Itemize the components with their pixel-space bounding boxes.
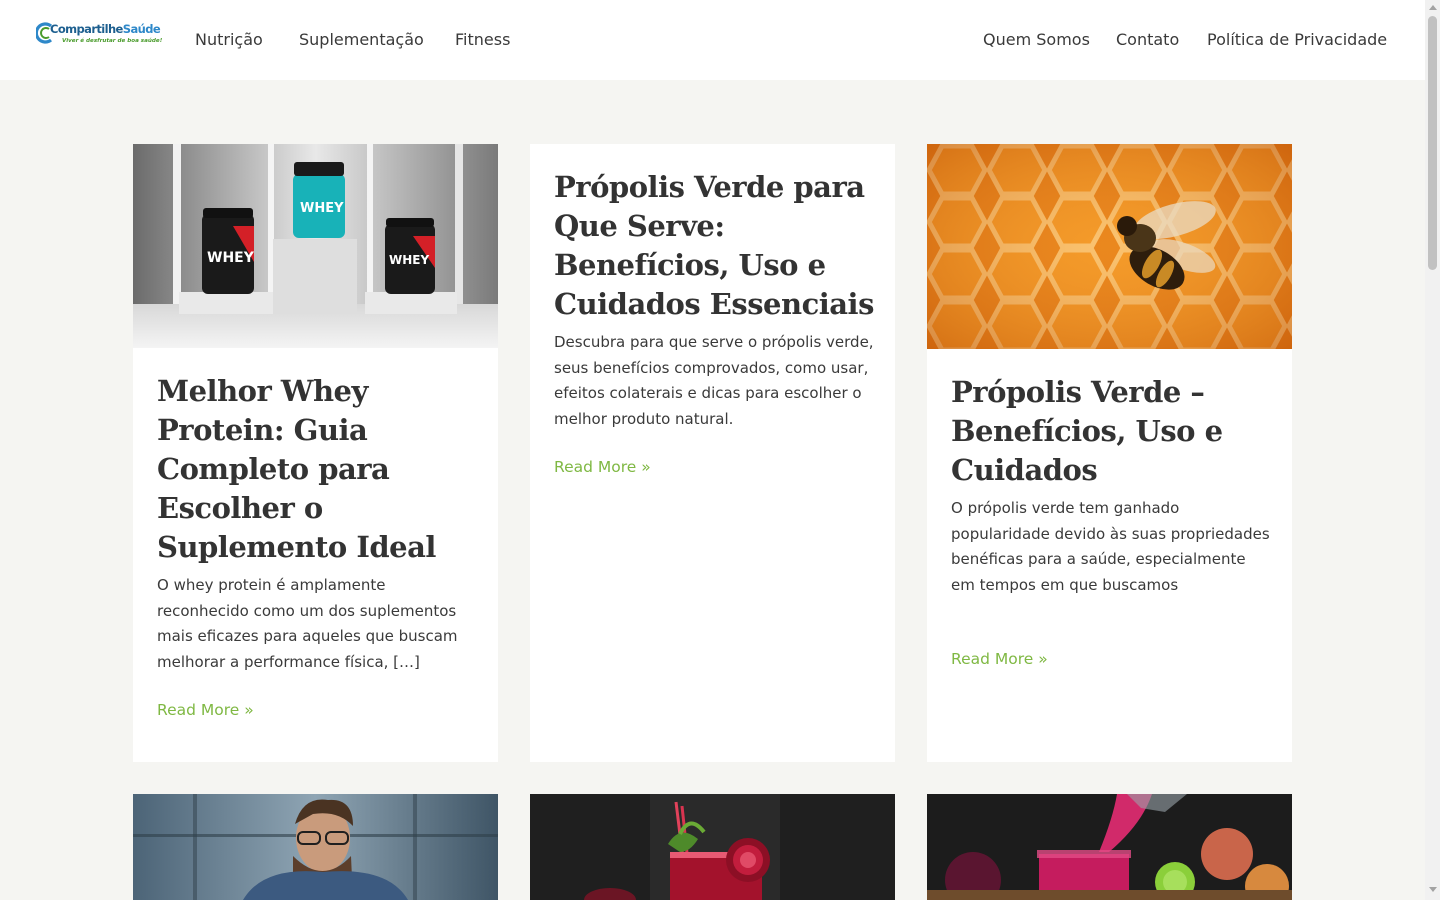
- post-excerpt: O whey protein é amplamente reconhecido …: [157, 576, 458, 671]
- site-header: CompartilheSaúde Viver é desfrutar de bo…: [0, 0, 1425, 80]
- post-card-row2-2: [530, 794, 895, 900]
- scroll-up-arrow-icon[interactable]: [1429, 5, 1437, 10]
- read-more-link[interactable]: Read More »: [157, 701, 254, 719]
- site-logo[interactable]: CompartilheSaúde Viver é desfrutar de bo…: [36, 20, 162, 50]
- tub-label-1: WHEY: [207, 250, 255, 266]
- post-title[interactable]: Própolis Verde – Benefícios, Uso e Cuida…: [951, 373, 1271, 490]
- post-card-propolis-verde: Própolis Verde – Benefícios, Uso e Cuida…: [927, 144, 1292, 762]
- whey-protein-image[interactable]: WHEY WHEY WHEY: [133, 144, 498, 348]
- nav-item-nutricao[interactable]: Nutrição: [195, 30, 263, 49]
- read-more-link[interactable]: Read More »: [951, 650, 1048, 668]
- tired-man-image[interactable]: [133, 794, 498, 900]
- post-card-whey: WHEY WHEY WHEY Melhor Whey Protein: Guia…: [133, 144, 498, 762]
- scroll-thumb[interactable]: [1428, 16, 1437, 270]
- juice-pouring-image[interactable]: [927, 794, 1292, 900]
- logo-tagline: Viver é desfrutar de boa saúde!: [62, 38, 163, 44]
- page-scrollbar[interactable]: [1425, 0, 1440, 900]
- nav-item-fitness[interactable]: Fitness: [455, 30, 510, 49]
- post-card-propolis-para-que-serve: Própolis Verde para Que Serve: Benefício…: [530, 144, 895, 762]
- read-more-link[interactable]: Read More »: [554, 458, 651, 476]
- post-title[interactable]: Própolis Verde para Que Serve: Benefício…: [554, 168, 874, 324]
- nav-item-suplementacao[interactable]: Suplementação: [299, 30, 424, 49]
- tub-label-3: WHEY: [389, 253, 429, 267]
- post-title[interactable]: Melhor Whey Protein: Guia Completo para …: [157, 372, 477, 567]
- nav-item-quem-somos[interactable]: Quem Somos: [983, 30, 1090, 49]
- nav-item-contato[interactable]: Contato: [1116, 30, 1179, 49]
- post-excerpt: O própolis verde tem ganhado popularidad…: [951, 499, 1270, 594]
- post-card-row2-1: [133, 794, 498, 900]
- logo-name: CompartilheSaúde: [50, 22, 161, 36]
- bee-honeycomb-image[interactable]: [927, 144, 1292, 349]
- beet-juice-image[interactable]: [530, 794, 895, 900]
- tub-label-2: WHEY: [300, 201, 344, 216]
- post-card-row2-3: [927, 794, 1292, 900]
- post-excerpt: Descubra para que serve o própolis verde…: [554, 333, 874, 428]
- nav-item-politica-privacidade[interactable]: Política de Privacidade: [1207, 30, 1387, 49]
- scroll-down-arrow-icon[interactable]: [1429, 887, 1437, 892]
